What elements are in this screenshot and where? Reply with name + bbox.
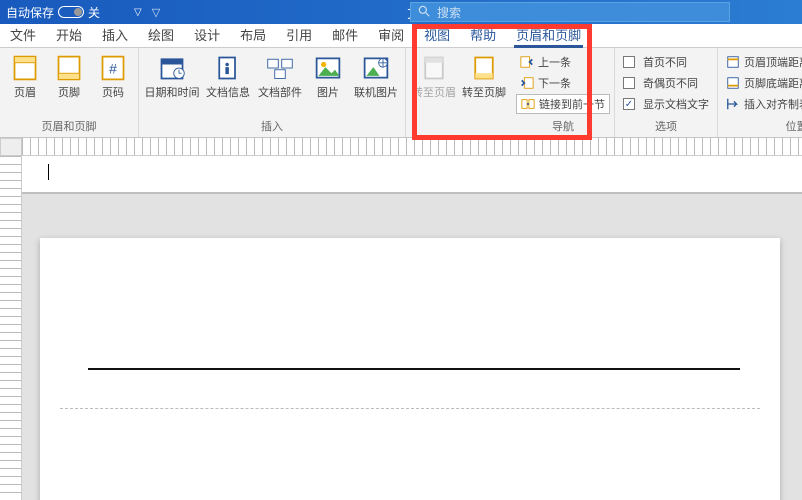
autosave-label: 自动保存: [6, 4, 54, 21]
previous-page-bottom: [22, 156, 802, 194]
text-cursor: [48, 164, 49, 180]
doc-parts-button[interactable]: 文档部件: [255, 50, 305, 100]
tab-header-footer[interactable]: 页眉和页脚: [506, 21, 591, 47]
search-icon: [417, 4, 431, 21]
link-to-previous-button[interactable]: 链接到前一节: [516, 94, 610, 114]
group-insert: 日期和时间 文档信息 文档部件 图片 联机图片 插入: [139, 48, 406, 137]
header-rule-line: [88, 368, 740, 370]
group-label-nav: 导航: [516, 117, 610, 136]
tab-review[interactable]: 审阅: [368, 21, 414, 47]
picture-button[interactable]: 图片: [307, 50, 349, 100]
footer-from-bottom[interactable]: 页脚底端距离: 1.75 厘: [722, 73, 802, 93]
doc-info-button[interactable]: 文档信息: [203, 50, 253, 100]
tab-draw[interactable]: 绘图: [138, 21, 184, 47]
goto-header-button: 转至页眉: [410, 50, 458, 100]
insert-alignment-tab-button[interactable]: 插入对齐制表位: [722, 94, 802, 114]
ruler-corner: [0, 138, 22, 156]
goto-footer-button[interactable]: 转至页脚: [460, 50, 508, 100]
header-from-top[interactable]: 页眉顶端距离: 1.5 厘: [722, 52, 802, 72]
group-options: 首页不同 奇偶页不同 ✓ 显示文档文字 选项: [615, 48, 718, 137]
diff-odd-even-checkbox[interactable]: 奇偶页不同: [619, 73, 713, 93]
toggle-off-icon: [58, 6, 84, 18]
search-box[interactable]: 搜索: [410, 2, 730, 22]
document-workspace: [0, 156, 802, 500]
group-label-options: 选项: [619, 117, 713, 136]
date-time-button[interactable]: 日期和时间: [143, 50, 201, 100]
tab-file[interactable]: 文件: [0, 21, 46, 47]
vertical-ruler[interactable]: [0, 156, 22, 500]
checkbox-icon: [623, 56, 635, 68]
next-section-button[interactable]: 下一条: [516, 73, 610, 93]
page-number-button[interactable]: # 页码: [92, 50, 134, 100]
group-label-position: 位置: [722, 117, 802, 136]
ribbon: 页眉 页脚 # 页码 页眉和页脚 日期和时间 文档信息: [0, 48, 802, 138]
checkbox-icon: [623, 77, 635, 89]
tab-layout[interactable]: 布局: [230, 21, 276, 47]
qat-dropdown-icon[interactable]: ▽: [134, 7, 142, 18]
search-placeholder: 搜索: [437, 4, 461, 21]
svg-text:#: #: [109, 60, 117, 76]
quick-access-toolbar: ▽ ▽: [106, 5, 168, 19]
autosave-state: 关: [88, 4, 100, 21]
diff-first-page-checkbox[interactable]: 首页不同: [619, 52, 713, 72]
group-label-hf: 页眉和页脚: [4, 117, 134, 136]
tab-insert[interactable]: 插入: [92, 21, 138, 47]
document-page[interactable]: [40, 238, 780, 500]
tab-references[interactable]: 引用: [276, 21, 322, 47]
header-boundary-dash: [60, 408, 760, 409]
tab-design[interactable]: 设计: [184, 21, 230, 47]
footer-button[interactable]: 页脚: [48, 50, 90, 100]
online-picture-button[interactable]: 联机图片: [351, 50, 401, 100]
group-goto: 转至页眉 转至页脚: [406, 48, 512, 137]
tab-help[interactable]: 帮助: [460, 21, 506, 47]
tab-mailings[interactable]: 邮件: [322, 21, 368, 47]
header-button[interactable]: 页眉: [4, 50, 46, 100]
show-doc-text-checkbox[interactable]: ✓ 显示文档文字: [619, 94, 713, 114]
autosave-toggle[interactable]: 自动保存 关: [0, 4, 106, 21]
horizontal-ruler[interactable]: [22, 138, 802, 156]
tab-home[interactable]: 开始: [46, 21, 92, 47]
group-header-footer: 页眉 页脚 # 页码 页眉和页脚: [0, 48, 139, 137]
checkbox-checked-icon: ✓: [623, 98, 635, 110]
tab-view[interactable]: 视图: [414, 21, 460, 47]
ribbon-tabs: 文件 开始 插入 绘图 设计 布局 引用 邮件 审阅 视图 帮助 页眉和页脚: [0, 24, 802, 48]
group-position: 页眉顶端距离: 1.5 厘 页脚底端距离: 1.75 厘 插入对齐制表位 位置: [718, 48, 802, 137]
group-label-insert: 插入: [143, 117, 401, 136]
group-navigation: 上一条 下一条 链接到前一节 导航: [512, 48, 615, 137]
previous-section-button[interactable]: 上一条: [516, 52, 610, 72]
